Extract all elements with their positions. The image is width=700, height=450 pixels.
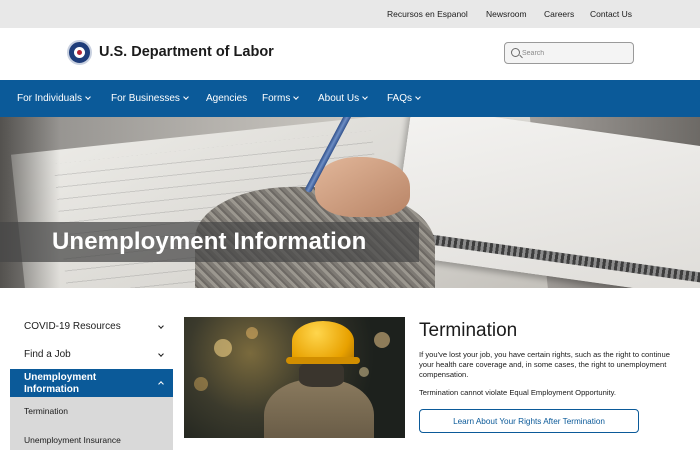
search-box[interactable]: [504, 42, 634, 64]
hero-image-shade: [0, 117, 60, 288]
utility-link-spanish[interactable]: Recursos en Espanol: [387, 9, 468, 19]
worker-jacket: [264, 379, 374, 438]
nav-label: Forms: [262, 93, 291, 104]
nav-for-individuals[interactable]: For Individuals: [17, 93, 91, 104]
nav-forms[interactable]: Forms: [262, 93, 300, 104]
sidebar-submenu: Termination Unemployment Insurance: [10, 397, 173, 450]
nav-label: For Individuals: [17, 93, 83, 104]
bokeh-light: [359, 367, 369, 377]
chevron-down-icon: [293, 94, 300, 100]
sidebar-item-unemployment-information[interactable]: Unemployment Information: [10, 369, 173, 397]
section-note: Termination cannot violate Equal Employm…: [419, 388, 616, 397]
bokeh-light: [194, 377, 208, 391]
utility-bar: Recursos en Espanol Newsroom Careers Con…: [0, 0, 700, 28]
chevron-down-icon: [183, 94, 189, 100]
section-title: Termination: [419, 320, 518, 341]
sidebar-subitem-unemployment-insurance[interactable]: Unemployment Insurance: [24, 435, 121, 445]
site-header: U.S. Department of Labor: [0, 28, 700, 80]
worker-neck: [299, 362, 344, 387]
page-title: Unemployment Information: [52, 228, 367, 255]
sidebar-item-label: Unemployment Information: [24, 372, 97, 395]
section-description: If you've lost your job, you have certai…: [419, 350, 670, 380]
hardhat-brim: [286, 357, 360, 364]
nav-label: Agencies: [206, 93, 248, 104]
main-nav: For Individuals For Businesses Agencies …: [0, 80, 700, 117]
chevron-down-icon: [158, 351, 164, 357]
nav-label: FAQs: [387, 93, 413, 104]
hardhat: [292, 321, 354, 361]
chevron-down-icon: [158, 323, 164, 329]
utility-link-careers[interactable]: Careers: [544, 9, 574, 19]
learn-rights-button[interactable]: Learn About Your Rights After Terminatio…: [419, 409, 639, 433]
utility-link-newsroom[interactable]: Newsroom: [486, 9, 527, 19]
search-icon[interactable]: [511, 48, 520, 57]
worker-hardhat-image: [184, 317, 405, 438]
nav-label: For Businesses: [111, 93, 180, 104]
chevron-down-icon: [362, 94, 368, 100]
chevron-down-icon: [85, 94, 91, 100]
bokeh-light: [214, 339, 232, 357]
nav-agencies[interactable]: Agencies: [206, 93, 247, 104]
nav-for-businesses[interactable]: For Businesses: [111, 93, 189, 104]
chevron-down-icon: [415, 94, 421, 100]
hero-image-hand: [315, 157, 410, 217]
bokeh-light: [374, 332, 390, 348]
dol-seal-logo[interactable]: [67, 40, 92, 65]
chevron-up-icon: [158, 381, 164, 387]
hero-banner: Unemployment Information: [0, 117, 700, 288]
sidebar-item-label: Find a Job: [24, 349, 71, 360]
sidebar-subitem-termination[interactable]: Termination: [24, 406, 68, 416]
site-name[interactable]: U.S. Department of Labor: [99, 44, 274, 60]
sidebar-item-label: COVID-19 Resources: [24, 321, 121, 332]
nav-faqs[interactable]: FAQs: [387, 93, 421, 104]
utility-link-contact[interactable]: Contact Us: [590, 9, 632, 19]
nav-about-us[interactable]: About Us: [318, 93, 368, 104]
search-input[interactable]: [522, 46, 630, 60]
sidebar-item-covid-19-resources[interactable]: COVID-19 Resources: [10, 321, 173, 341]
bokeh-light: [246, 327, 258, 339]
nav-label: About Us: [318, 93, 360, 104]
sidebar-item-find-a-job[interactable]: Find a Job: [10, 349, 173, 369]
